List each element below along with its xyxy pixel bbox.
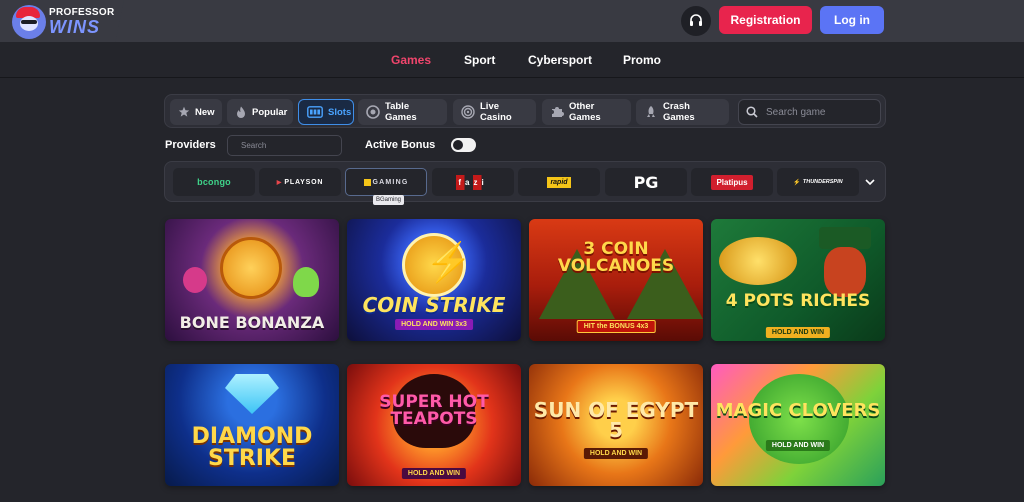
search-game-input[interactable] bbox=[766, 106, 866, 118]
chip-table-games[interactable]: Table Games bbox=[358, 99, 447, 125]
game-title: 4 POTS RICHES bbox=[725, 291, 871, 311]
provider-thunderspin[interactable]: ⚡ THUNDERSPIN bbox=[777, 168, 859, 196]
roulette-icon bbox=[461, 105, 475, 119]
game-title: MAGIC CLOVERS bbox=[715, 400, 881, 421]
chip-label: Live Casino bbox=[480, 101, 512, 123]
game-subtitle: HOLD AND WIN bbox=[401, 468, 467, 479]
providers-label: Providers bbox=[165, 139, 216, 151]
chip-other-games[interactable]: Other Games bbox=[542, 99, 631, 125]
provider-search-input[interactable] bbox=[241, 140, 341, 151]
lightning-icon: ⚡ bbox=[425, 242, 473, 284]
slot-machine-icon bbox=[307, 106, 323, 118]
support-button[interactable] bbox=[681, 6, 711, 36]
game-subtitle: HOLD AND WIN bbox=[583, 448, 649, 459]
registration-button[interactable]: Registration bbox=[719, 6, 812, 34]
rocket-icon bbox=[647, 106, 655, 117]
nav-cybersport[interactable]: Cybersport bbox=[528, 53, 592, 67]
chip-label: Crash Games bbox=[663, 101, 695, 123]
game-tile-diamond-strike[interactable]: DIAMOND STRIKE bbox=[165, 364, 339, 486]
chip-new[interactable]: New bbox=[170, 99, 222, 125]
chip-label: Slots bbox=[328, 106, 352, 118]
potion-icon bbox=[183, 267, 207, 293]
provider-fazi[interactable]: fazi bbox=[432, 168, 514, 196]
login-button[interactable]: Log in bbox=[820, 6, 884, 34]
cards-icon bbox=[366, 105, 380, 119]
game-title: SUPER HOT TEAPOTS bbox=[379, 392, 489, 429]
game-tile-4-pots-riches[interactable]: 4 POTS RICHES HOLD AND WIN bbox=[711, 219, 885, 341]
game-tile-sun-of-egypt-5[interactable]: SUN OF EGYPT 5 HOLD AND WIN bbox=[529, 364, 703, 486]
lightning-icon: ⚡ bbox=[793, 179, 801, 186]
provider-pg[interactable]: PG bbox=[605, 168, 687, 196]
category-filter-bar: New Popular Slots Table Games Live Casin… bbox=[164, 94, 886, 128]
chip-label: Other Games bbox=[569, 101, 601, 123]
game-subtitle: HIT the BONUS 4x3 bbox=[576, 320, 656, 333]
headset-icon bbox=[690, 14, 702, 26]
provider-search[interactable] bbox=[227, 135, 342, 156]
logo-line-2: WINS bbox=[49, 17, 100, 37]
chip-label: New bbox=[195, 106, 215, 118]
nav-promo[interactable]: Promo bbox=[623, 53, 661, 67]
provider-tooltip: BGaming bbox=[373, 195, 405, 205]
game-title: DIAMOND STRIKE bbox=[191, 424, 313, 471]
site-logo[interactable]: PROFESSOR WINS bbox=[12, 5, 115, 39]
chip-crash-games[interactable]: Crash Games bbox=[636, 99, 729, 125]
nav-games[interactable]: Games bbox=[391, 53, 431, 67]
active-bonus-label: Active Bonus bbox=[365, 139, 436, 151]
puzzle-icon bbox=[552, 107, 564, 117]
game-tile-coin-volcanoes[interactable]: 3 COIN VOLCANOES HIT the BONUS 4x3 bbox=[529, 219, 703, 341]
play-triangle-icon: ▶ bbox=[276, 179, 282, 186]
game-title: BONE BONANZA bbox=[179, 313, 325, 332]
game-tile-super-hot-teapots[interactable]: SUPER HOT TEAPOTS HOLD AND WIN bbox=[347, 364, 521, 486]
gold-coins-icon bbox=[719, 237, 797, 285]
flame-icon bbox=[237, 106, 245, 118]
provider-bgaming[interactable]: GAMING bbox=[345, 168, 427, 196]
bgaming-logo-icon bbox=[363, 178, 371, 186]
aztec-sun-icon bbox=[220, 237, 282, 299]
star-icon bbox=[178, 106, 190, 117]
chip-slots[interactable]: Slots bbox=[298, 99, 354, 125]
provider-platipus[interactable]: Platipus bbox=[691, 168, 773, 196]
chip-label: Popular bbox=[252, 106, 288, 118]
provider-bcongo[interactable]: bcongo bbox=[173, 168, 255, 196]
nav-sport[interactable]: Sport bbox=[464, 53, 495, 67]
game-title: SUN OF EGYPT 5 bbox=[533, 398, 699, 442]
skull-icon bbox=[293, 267, 319, 297]
mascot-logo-icon bbox=[12, 5, 46, 39]
game-tile-coin-strike[interactable]: ⚡ COIN STRIKE HOLD AND WIN 3x3 bbox=[347, 219, 521, 341]
game-search[interactable] bbox=[738, 99, 881, 125]
search-icon bbox=[746, 106, 758, 118]
game-tile-bone-bonanza[interactable]: BONE BONANZA bbox=[165, 219, 339, 341]
active-bonus-toggle[interactable] bbox=[451, 138, 476, 152]
provider-playson[interactable]: ▶ PLAYSON bbox=[259, 168, 341, 196]
diamond-icon bbox=[225, 374, 279, 414]
game-title: 3 COIN VOLCANOES bbox=[557, 239, 675, 276]
leprechaun-hat-icon bbox=[819, 227, 871, 249]
provider-strip: bcongo ▶ PLAYSON GAMING fazi rapid PG Pl… bbox=[164, 161, 886, 202]
chevron-down-icon[interactable] bbox=[863, 175, 877, 189]
provider-rapid[interactable]: rapid bbox=[518, 168, 600, 196]
chip-live-casino[interactable]: Live Casino bbox=[453, 99, 536, 125]
game-subtitle: HOLD AND WIN bbox=[765, 440, 831, 451]
game-title: COIN STRIKE bbox=[362, 293, 506, 317]
chip-popular[interactable]: Popular bbox=[227, 99, 293, 125]
leprechaun-beard-icon bbox=[824, 247, 866, 297]
chip-label: Table Games bbox=[385, 101, 417, 123]
game-tile-magic-clovers[interactable]: MAGIC CLOVERS HOLD AND WIN bbox=[711, 364, 885, 486]
game-subtitle: HOLD AND WIN bbox=[765, 327, 831, 338]
game-subtitle: HOLD AND WIN 3x3 bbox=[395, 319, 473, 330]
main-nav: Games Sport Cybersport Promo bbox=[0, 42, 1024, 78]
